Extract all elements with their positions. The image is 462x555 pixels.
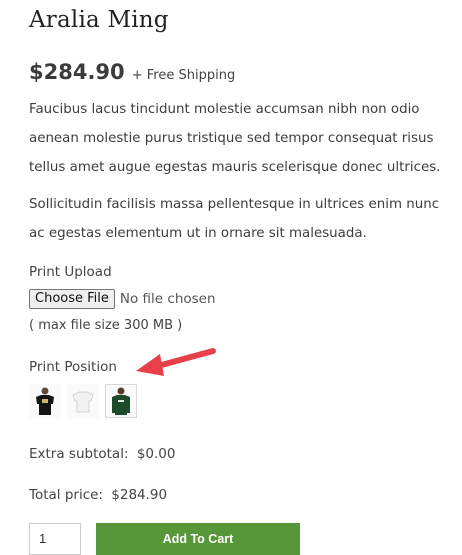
print-position-option[interactable] xyxy=(105,384,137,418)
description-paragraph: Faucibus lacus tincidunt molestie accums… xyxy=(29,102,441,175)
price-row: $284.90 + Free Shipping xyxy=(29,60,235,84)
choose-file-button[interactable]: Choose File xyxy=(29,289,115,309)
product-price: $284.90 xyxy=(29,60,125,84)
file-upload-field: Choose File No file chosen xyxy=(29,289,216,309)
total-price-value: $284.90 xyxy=(111,487,168,503)
green-sweater-icon xyxy=(112,387,130,415)
max-file-size-note: ( max file size 300 MB ) xyxy=(29,318,183,333)
print-position-options xyxy=(29,384,137,418)
front-print-shirt-icon xyxy=(36,387,54,415)
extra-subtotal-value: $0.00 xyxy=(136,446,176,462)
print-position-option[interactable] xyxy=(29,384,61,418)
add-to-cart-button[interactable]: Add To Cart xyxy=(96,523,300,555)
white-shirt-icon xyxy=(72,391,94,413)
annotation-arrow-icon xyxy=(136,348,216,376)
print-upload-label: Print Upload xyxy=(29,264,112,280)
print-position-option[interactable] xyxy=(67,384,99,418)
description-paragraph: Sollicitudin facilisis massa pellentesqu… xyxy=(29,197,440,241)
total-price: Total price: $284.90 xyxy=(29,487,167,503)
quantity-input[interactable]: 1 xyxy=(29,523,81,555)
file-status: No file chosen xyxy=(119,291,216,307)
extra-subtotal-label: Extra subtotal: xyxy=(29,446,129,462)
print-position-label: Print Position xyxy=(29,359,117,375)
extra-subtotal: Extra subtotal: $0.00 xyxy=(29,446,175,462)
total-price-label: Total price: xyxy=(29,487,103,503)
shipping-info: + Free Shipping xyxy=(131,68,236,83)
product-title: Aralia Ming xyxy=(29,7,169,33)
